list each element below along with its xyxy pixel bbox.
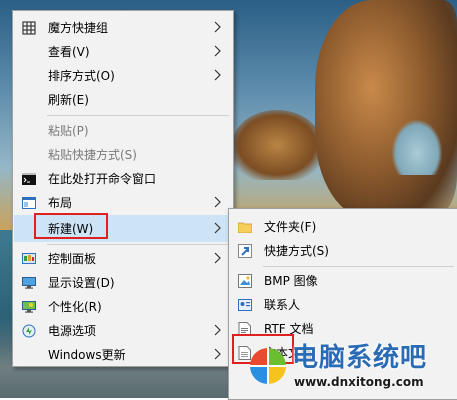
chevron-right-icon	[214, 348, 222, 360]
menu-item-personalize[interactable]: 个性化(R)	[14, 295, 232, 319]
grid-icon	[21, 20, 37, 36]
chevron-right-icon	[214, 324, 222, 336]
submenu-item-label: BMP 图像	[264, 274, 318, 288]
menu-item-sort-by[interactable]: 排序方式(O)	[14, 64, 232, 88]
menu-item-label: 魔方快捷组	[48, 21, 109, 35]
layout-icon	[21, 195, 37, 211]
menu-item-label: 查看(V)	[48, 45, 90, 59]
submenu-item-shortcut[interactable]: 快捷方式(S)	[230, 239, 457, 263]
rock-small	[232, 110, 322, 180]
contact-icon	[237, 297, 253, 313]
chevron-right-icon	[214, 45, 222, 57]
desktop-context-menu: 魔方快捷组 查看(V) 排序方式(O) 刷新(E) 粘贴(P) 粘贴快捷方式(S…	[12, 10, 234, 367]
menu-item-label: Windows更新	[48, 348, 126, 362]
watermark-title: 电脑系统吧	[292, 343, 428, 373]
submenu-item-bmp-image[interactable]: BMP 图像	[230, 269, 457, 293]
menu-item-display-settings[interactable]: 显示设置(D)	[14, 271, 232, 295]
power-icon	[21, 323, 37, 339]
submenu-item-label: 快捷方式(S)	[264, 244, 329, 258]
menu-item-label: 刷新(E)	[48, 93, 89, 107]
watermark-url: www.dnxitong.com	[294, 375, 424, 389]
menu-item-refresh[interactable]: 刷新(E)	[14, 88, 232, 112]
menu-item-label: 粘贴快捷方式(S)	[48, 148, 137, 162]
menu-item-label: 布局	[48, 196, 73, 210]
menu-separator	[47, 244, 229, 245]
menu-separator	[47, 115, 229, 116]
rock-main	[315, 0, 457, 220]
display-icon	[21, 275, 37, 291]
menu-item-label: 显示设置(D)	[48, 276, 115, 290]
cmd-icon	[21, 171, 37, 187]
menu-separator	[263, 266, 454, 267]
personalize-icon	[21, 299, 37, 315]
menu-item-windows-update[interactable]: Windows更新	[14, 343, 232, 367]
bmp-icon	[237, 273, 253, 289]
menu-item-label: 在此处打开命令窗口	[48, 172, 157, 186]
menu-item-mofang[interactable]: 魔方快捷组	[14, 16, 232, 40]
shortcut-icon	[237, 243, 253, 259]
menu-item-paste[interactable]: 粘贴(P)	[14, 119, 232, 143]
menu-item-label: 控制面板	[48, 252, 97, 266]
menu-item-paste-shortcut[interactable]: 粘贴快捷方式(S)	[14, 143, 232, 167]
menu-item-open-command-window[interactable]: 在此处打开命令窗口	[14, 167, 232, 191]
chevron-right-icon	[214, 21, 222, 33]
submenu-item-folder[interactable]: 文件夹(F)	[230, 215, 457, 239]
submenu-item-label: 联系人	[264, 298, 301, 312]
annotation-box-new	[34, 213, 108, 239]
menu-item-label: 个性化(R)	[48, 300, 102, 314]
menu-item-power-options[interactable]: 电源选项	[14, 319, 232, 343]
menu-item-label: 排序方式(O)	[48, 69, 115, 83]
menu-item-view[interactable]: 查看(V)	[14, 40, 232, 64]
menu-item-label: 粘贴(P)	[48, 124, 89, 138]
menu-item-label: 电源选项	[48, 324, 97, 338]
submenu-item-label: 文件夹(F)	[264, 220, 317, 234]
chevron-right-icon	[214, 196, 222, 208]
site-watermark: 电脑系统吧 www.dnxitong.com	[240, 338, 457, 398]
submenu-item-contact[interactable]: 联系人	[230, 293, 457, 317]
menu-item-control-panel[interactable]: 控制面板	[14, 247, 232, 271]
folder-icon	[237, 219, 253, 235]
chevron-right-icon	[214, 222, 222, 234]
rock-arch-opening	[392, 120, 442, 175]
chevron-right-icon	[214, 252, 222, 264]
chevron-right-icon	[214, 69, 222, 81]
windows-logo-icon	[248, 346, 288, 386]
control-panel-icon	[21, 251, 37, 267]
menu-item-layout[interactable]: 布局	[14, 191, 232, 215]
